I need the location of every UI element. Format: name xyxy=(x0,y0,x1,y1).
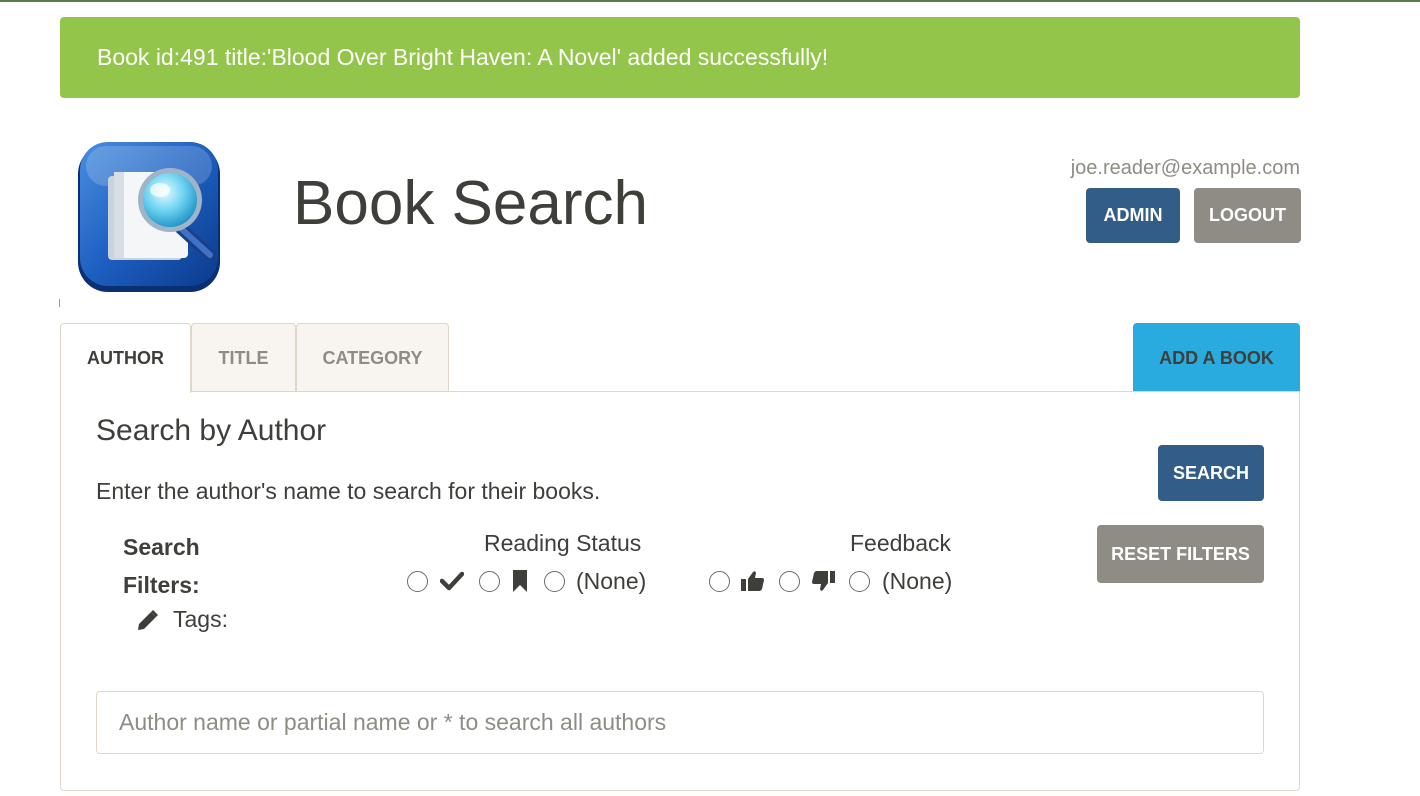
reading-status-radio-none[interactable] xyxy=(544,571,565,592)
author-search-input[interactable] xyxy=(96,691,1264,754)
tags-label: Tags: xyxy=(173,606,228,632)
feedback-radio-like[interactable] xyxy=(709,571,730,592)
feedback-radio-dislike[interactable] xyxy=(779,571,800,592)
tab-category[interactable]: CATEGORY xyxy=(296,323,449,392)
reading-status-radio-read[interactable] xyxy=(407,571,428,592)
book-search-logo-icon xyxy=(72,138,228,298)
thumbs-up-icon xyxy=(741,570,764,592)
admin-button[interactable]: ADMIN xyxy=(1086,188,1180,243)
divider xyxy=(59,299,60,307)
add-book-tab[interactable]: ADD A BOOK xyxy=(1133,323,1300,392)
checkmark-icon xyxy=(439,570,465,592)
feedback-radio-none[interactable] xyxy=(849,571,870,592)
pencil-icon[interactable] xyxy=(137,609,159,631)
reading-status-radio-bookmarked[interactable] xyxy=(479,571,500,592)
reset-filters-button[interactable]: RESET FILTERS xyxy=(1097,525,1264,583)
panel-heading: Search by Author xyxy=(96,414,327,447)
success-alert: Book id:491 title:'Blood Over Bright Hav… xyxy=(60,17,1300,98)
tab-title[interactable]: TITLE xyxy=(191,323,296,392)
feedback-label: Feedback xyxy=(850,530,952,556)
thumbs-down-icon xyxy=(811,570,835,592)
logout-button[interactable]: LOGOUT xyxy=(1194,188,1301,243)
search-filters-label-line1: Search xyxy=(123,534,200,560)
tab-author[interactable]: AUTHOR xyxy=(60,323,191,393)
search-button[interactable]: SEARCH xyxy=(1158,445,1264,501)
panel-description: Enter the author's name to search for th… xyxy=(96,478,601,504)
page-title: Book Search xyxy=(293,169,648,238)
user-email: joe.reader@example.com xyxy=(1070,157,1300,179)
reading-status-none-label: (None) xyxy=(576,568,647,594)
search-filters-label-line2: Filters: xyxy=(123,572,200,598)
reading-status-label: Reading Status xyxy=(484,530,642,556)
bookmark-icon xyxy=(512,570,534,592)
top-rule xyxy=(0,0,1420,2)
search-filters-label: Search Filters: xyxy=(123,528,200,604)
feedback-none-label: (None) xyxy=(882,568,953,594)
